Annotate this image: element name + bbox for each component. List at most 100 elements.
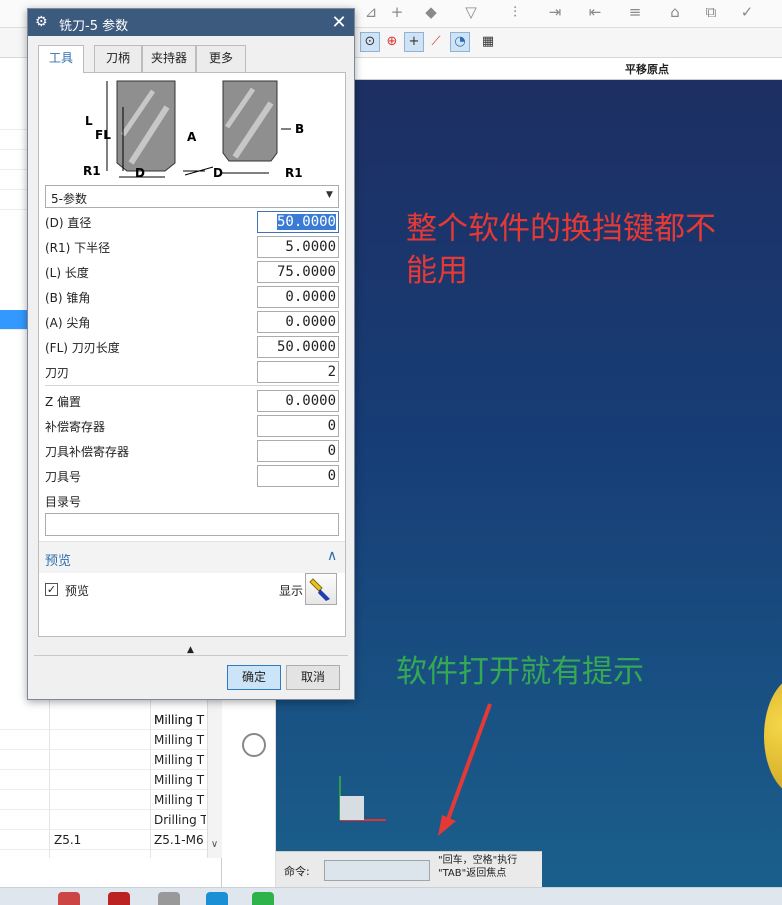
snap-point-icon[interactable]: ◔	[450, 32, 470, 52]
param-row-z-offset: Z 偏置 0.0000	[45, 389, 339, 413]
tab-holder[interactable]: 刀柄	[94, 45, 142, 72]
toolbar-tool-icon[interactable]: ✓	[736, 2, 758, 22]
flute-length-input[interactable]: 50.0000	[257, 336, 339, 358]
preview-checkbox[interactable]: ✓	[45, 583, 58, 596]
catalog-number-input[interactable]	[45, 513, 339, 536]
toolbar-tool-icon[interactable]: +	[386, 2, 408, 22]
circle-tool-icon[interactable]	[242, 733, 266, 757]
command-input[interactable]	[324, 860, 430, 881]
tool-comp-register-input[interactable]: 0	[257, 440, 339, 462]
list-cell: Milling T	[154, 733, 205, 747]
dialog-title: 铣刀-5 参数	[59, 19, 129, 34]
diagram-label-d2: D	[213, 166, 223, 180]
list-cell: Z5.1	[54, 833, 82, 847]
toolbar-tool-icon[interactable]: ◆	[420, 2, 442, 22]
collapse-arrow-icon[interactable]: ▲	[187, 645, 194, 655]
param-row-diameter: (D) 直径 50.0000	[45, 210, 339, 234]
list-cell: Milling T	[154, 753, 205, 767]
list-row[interactable]: Milling T	[0, 770, 208, 790]
diameter-input[interactable]: 50.0000	[257, 211, 339, 233]
preview-section-header[interactable]: 预览 ∧	[39, 541, 345, 573]
diagram-label-r1-2: R1	[285, 166, 303, 180]
taskbar-app-icon[interactable]	[158, 892, 180, 905]
param-row-lower-radius: (R1) 下半径 5.0000	[45, 235, 339, 259]
snap-line-icon[interactable]: ⟋	[426, 32, 446, 52]
list-row[interactable]: Milling T	[0, 790, 208, 810]
divider	[45, 385, 339, 386]
param-label: (D) 直径	[45, 216, 92, 230]
param-label: 刀刃	[45, 366, 70, 380]
chevron-up-icon[interactable]: ∧	[327, 548, 337, 564]
tab-tool[interactable]: 工具	[38, 45, 84, 73]
taskbar-app-icon[interactable]	[252, 892, 274, 905]
dialog-titlebar[interactable]: ⚙ 铣刀-5 参数 ✕	[28, 9, 354, 36]
toolbar-tool-icon[interactable]: ▽	[460, 2, 482, 22]
close-icon[interactable]: ✕	[328, 12, 350, 33]
toolbar-tool-icon[interactable]: ⇤	[584, 2, 606, 22]
tab-more[interactable]: 更多	[196, 45, 246, 72]
toolbar-tool-icon[interactable]: ≡	[624, 2, 646, 22]
param-label: Z 偏置	[45, 395, 82, 409]
snap-circle-icon[interactable]: ⊕	[382, 32, 402, 52]
display-button[interactable]	[305, 573, 337, 605]
cancel-button[interactable]: 取消	[286, 665, 340, 690]
taper-angle-input[interactable]: 0.0000	[257, 286, 339, 308]
param-row-flutes: 刀刃 2	[45, 360, 339, 384]
diagram-label-fl: FL	[95, 128, 111, 142]
tab-chuck[interactable]: 夹持器	[142, 45, 196, 72]
ok-button[interactable]: 确定	[227, 665, 281, 690]
display-label: 显示	[279, 584, 304, 598]
footer-divider	[34, 655, 348, 656]
taskbar-app-icon[interactable]	[108, 892, 130, 905]
toolbar-tool-icon[interactable]: ⧉	[700, 2, 722, 22]
length-input[interactable]: 75.0000	[257, 261, 339, 283]
tool-diagram: L FL R1 D A B D R1	[83, 80, 304, 180]
flutes-input[interactable]: 2	[257, 361, 339, 383]
preview-section-title: 预览	[45, 554, 72, 569]
command-panel: 命令: "回车，空格"执行 "TAB"返回焦点	[276, 851, 542, 887]
toolbar-tool-icon[interactable]: ⇥	[544, 2, 566, 22]
param-row-tool-comp-register: 刀具补偿寄存器 0	[45, 439, 339, 463]
grid-icon[interactable]: ▦	[478, 32, 498, 52]
snap-cross-icon[interactable]: +	[404, 32, 424, 52]
taskbar	[0, 887, 782, 905]
tip-angle-input[interactable]: 0.0000	[257, 311, 339, 333]
tool-parameter-dialog: ⚙ 铣刀-5 参数 ✕ 工具 刀柄 夹持器 更多 L FL R1 D A B D…	[27, 8, 355, 700]
catalog-label: 目录号	[45, 495, 82, 509]
diagram-label-b: B	[295, 122, 304, 136]
toolbar-tool-icon[interactable]: ⫶	[504, 2, 526, 22]
list-row[interactable]: Drilling T	[0, 810, 208, 830]
list-row[interactable]: Milling T	[0, 750, 208, 770]
param-row-length: (L) 长度 75.0000	[45, 260, 339, 284]
view-title: 平移原点	[625, 63, 669, 76]
param-label: (FL) 刀刃长度	[45, 341, 120, 355]
tool-type-select[interactable]: 5-参数 ▼	[45, 185, 339, 208]
gear-icon: ⚙	[35, 14, 48, 30]
tool-number-input[interactable]: 0	[257, 465, 339, 487]
taskbar-app-icon[interactable]	[58, 892, 80, 905]
param-label: (R1) 下半径	[45, 241, 111, 255]
diagram-label-l: L	[85, 114, 93, 128]
lower-radius-input[interactable]: 5.0000	[257, 236, 339, 258]
toolbar-tool-icon[interactable]: ⊿	[360, 2, 382, 22]
list-cell: Drilling T	[154, 813, 206, 827]
diagram-label-r1: R1	[83, 164, 101, 178]
list-row[interactable]: Milling T	[0, 710, 208, 730]
scroll-down-icon[interactable]: ∨	[207, 839, 222, 855]
tool-tab-page: L FL R1 D A B D R1 5-参数 ▼ (D) 直径 50.0000…	[38, 72, 346, 637]
toolbar-tool-icon[interactable]: ⌂	[664, 2, 686, 22]
snap-center-icon[interactable]: ⊙	[360, 32, 380, 52]
param-label: (A) 尖角	[45, 316, 91, 330]
z-offset-input[interactable]: 0.0000	[257, 390, 339, 412]
param-label: 刀具补偿寄存器	[45, 445, 130, 459]
command-label: 命令:	[284, 865, 310, 878]
list-row[interactable]: Milling T	[0, 730, 208, 750]
axis-triad-icon	[339, 776, 386, 821]
comp-register-input[interactable]: 0	[257, 415, 339, 437]
list-cell: Milling T	[154, 773, 205, 787]
taskbar-app-icon[interactable]	[206, 892, 228, 905]
param-label: 刀具号	[45, 470, 82, 484]
list-row[interactable]: Z5.1 Z5.1-M6	[0, 830, 208, 850]
chevron-down-icon: ▼	[326, 190, 333, 200]
list-cell: Z5.1-M6	[154, 833, 204, 847]
